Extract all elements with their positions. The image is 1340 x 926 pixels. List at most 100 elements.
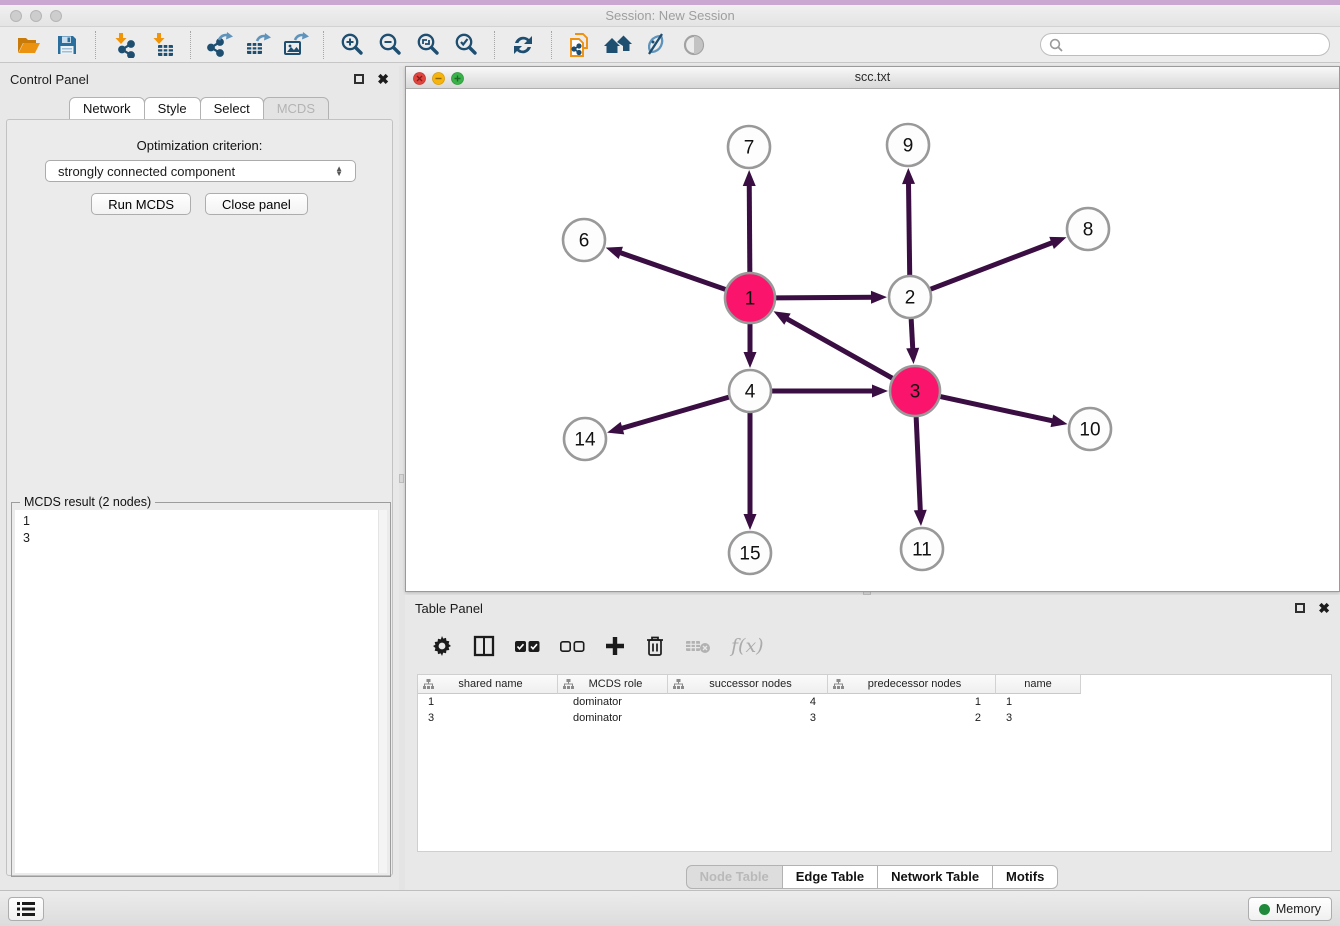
zoom-fit-icon[interactable] [409,29,447,61]
home-layout-icon[interactable] [599,29,637,61]
graph-edge-2-8[interactable] [931,241,1056,289]
memory-label: Memory [1276,902,1321,916]
function-builder-icon: f(x) [731,635,764,657]
table-rows: 1dominator4113dominator323 [418,694,1331,726]
graph-edge-4-14[interactable] [619,397,729,429]
table-panel: Table Panel ✖ f(x) shared nameMCDS roles… [405,595,1340,890]
refresh-icon[interactable] [504,29,542,61]
graph-node-label: 7 [744,138,755,159]
network-window-titlebar[interactable]: scc.txt [406,67,1339,89]
arrowhead-icon [1049,237,1066,249]
arrowhead-icon [872,385,888,398]
search-field[interactable] [1040,33,1330,56]
table-cell[interactable]: 3 [418,712,558,724]
deselect-all-icon[interactable] [560,640,585,653]
zoom-in-icon[interactable] [333,29,371,61]
export-table-icon[interactable] [238,29,276,61]
float-panel-icon[interactable] [354,74,364,84]
arrowhead-icon [906,348,919,364]
graph-edge-3-11[interactable] [916,417,920,514]
add-column-icon[interactable] [605,636,625,656]
graph-edge-3-1[interactable] [784,317,892,378]
zoom-selected-icon[interactable] [447,29,485,61]
column-header-successor-nodes[interactable]: successor nodes [668,675,828,694]
table-cell[interactable]: 2 [828,712,996,724]
window-titlebar: Session: New Session [0,0,1340,27]
arrowhead-icon [607,422,624,434]
float-panel-icon[interactable] [1295,603,1305,613]
graph-edge-2-9[interactable] [908,180,909,275]
close-panel-icon[interactable]: ✖ [1318,601,1330,615]
mcds-result-group: MCDS result (2 nodes) 13 [11,502,391,877]
graph-node-label: 6 [579,231,590,252]
tab-node-table[interactable]: Node Table [686,865,783,889]
graph-edge-2-3[interactable] [911,319,913,352]
tab-motifs[interactable]: Motifs [992,865,1058,889]
tab-network[interactable]: Network [69,97,145,121]
column-header-shared-name[interactable]: shared name [418,675,558,694]
save-session-icon[interactable] [48,29,86,61]
node-table[interactable]: shared nameMCDS rolesuccessor nodesprede… [417,674,1332,852]
table-cell[interactable]: 3 [996,712,1081,724]
gear-icon[interactable] [431,635,453,657]
table-cell[interactable]: 3 [668,712,828,724]
graph-edge-1-6[interactable] [617,252,725,290]
column-header-MCDS-role[interactable]: MCDS role [558,675,668,694]
delete-icon[interactable] [645,635,665,657]
criterion-dropdown[interactable]: strongly connected component ▲▼ [45,160,356,182]
tab-network-table[interactable]: Network Table [877,865,993,889]
run-mcds-button[interactable]: Run MCDS [91,193,191,215]
table-row[interactable]: 3dominator323 [418,710,1331,726]
delete-table-icon [685,638,711,654]
select-all-icon[interactable] [515,640,540,653]
table-toolbar: f(x) [431,627,764,665]
graph-node-label: 11 [912,540,932,561]
result-scrollbar[interactable] [378,510,387,873]
network-graph-canvas[interactable]: 7968124314101511 [406,89,1339,592]
tab-mcds[interactable]: MCDS [263,97,329,121]
search-input[interactable] [1068,38,1321,52]
table-cell[interactable]: 1 [996,696,1081,708]
task-history-button[interactable] [8,897,44,921]
table-cell[interactable]: 1 [828,696,996,708]
import-network-icon[interactable] [105,29,143,61]
export-image-icon[interactable] [276,29,314,61]
tab-style[interactable]: Style [144,97,201,121]
show-hide-icon[interactable] [675,29,713,61]
import-table-icon[interactable] [143,29,181,61]
column-header-name[interactable]: name [996,675,1081,694]
graph-node-label: 4 [745,382,756,403]
graph-edge-3-10[interactable] [940,397,1055,422]
apply-style-icon[interactable] [637,29,675,61]
tab-edge-table[interactable]: Edge Table [782,865,878,889]
table-cell[interactable]: dominator [558,712,668,724]
graph-node-label: 10 [1079,420,1100,441]
table-tabs: Node TableEdge TableNetwork TableMotifs [405,865,1340,889]
graph-edge-1-7[interactable] [749,182,750,272]
table-row[interactable]: 1dominator411 [418,694,1331,710]
graph-node-label: 3 [910,382,921,403]
table-cell[interactable]: dominator [558,696,668,708]
graph-node-label: 9 [903,136,914,157]
zoom-out-icon[interactable] [371,29,409,61]
open-session-icon[interactable] [10,29,48,61]
mcds-panel: Optimization criterion: strongly connect… [6,119,393,876]
clone-network-icon[interactable] [561,29,599,61]
export-network-icon[interactable] [200,29,238,61]
table-cell[interactable]: 1 [418,696,558,708]
column-header-predecessor-nodes[interactable]: predecessor nodes [828,675,996,694]
close-panel-button[interactable]: Close panel [205,193,308,215]
graph-edge-1-2[interactable] [776,297,875,298]
dropdown-stepper-icon: ▲▼ [335,166,343,176]
control-panel: Control Panel ✖ NetworkStyleSelectMCDS O… [0,66,399,890]
graph-node-label: 8 [1083,220,1094,241]
close-panel-icon[interactable]: ✖ [377,72,389,86]
mcds-result-line: 1 [23,513,379,530]
splitter-grip[interactable] [399,474,404,483]
table-cell[interactable]: 4 [668,696,828,708]
memory-button[interactable]: Memory [1248,897,1332,921]
column-view-icon[interactable] [473,635,495,657]
search-icon [1049,38,1063,52]
tab-select[interactable]: Select [200,97,264,121]
control-panel-title: Control Panel [10,72,89,87]
